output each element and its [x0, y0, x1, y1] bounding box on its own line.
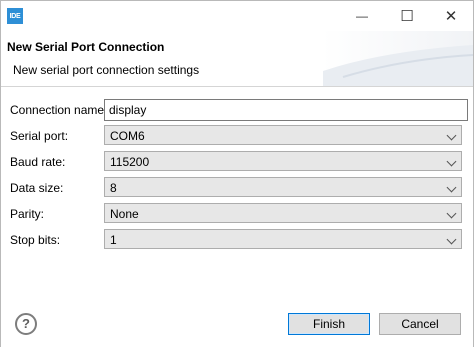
dialog-window: IDE — ☐ ✕ New Serial Port Connection New…: [0, 0, 474, 347]
wizard-header: New Serial Port Connection New serial po…: [1, 31, 473, 87]
chevron-down-icon: [446, 182, 457, 193]
header-banner-art: [323, 45, 473, 86]
data-size-value: 8: [110, 181, 117, 195]
cancel-button[interactable]: Cancel: [379, 313, 461, 335]
connection-name-input[interactable]: [104, 99, 468, 121]
parity-row: Parity: None: [1, 203, 473, 225]
help-icon[interactable]: ?: [15, 313, 37, 335]
baud-rate-value: 115200: [110, 155, 150, 169]
connection-name-label: Connection name:: [10, 103, 108, 117]
data-size-select[interactable]: 8: [104, 177, 462, 197]
baud-rate-row: Baud rate: 115200: [1, 151, 473, 173]
page-description: New serial port connection settings: [13, 63, 200, 77]
serial-port-select[interactable]: COM6: [104, 125, 462, 145]
parity-label: Parity:: [10, 207, 45, 221]
minimize-icon: —: [356, 9, 368, 23]
title-bar: IDE — ☐ ✕: [1, 1, 473, 31]
close-icon: ✕: [444, 8, 458, 25]
serial-port-row: Serial port: COM6: [1, 125, 473, 147]
stop-bits-select[interactable]: 1: [104, 229, 462, 249]
finish-button[interactable]: Finish: [288, 313, 370, 335]
stop-bits-value: 1: [110, 233, 117, 247]
chevron-down-icon: [446, 208, 457, 219]
close-button[interactable]: ✕: [429, 1, 473, 31]
stop-bits-label: Stop bits:: [10, 233, 61, 247]
data-size-row: Data size: 8: [1, 177, 473, 199]
baud-rate-label: Baud rate:: [10, 155, 66, 169]
maximize-button[interactable]: ☐: [385, 1, 429, 31]
serial-port-value: COM6: [110, 129, 145, 143]
connection-name-row: Connection name:: [1, 99, 473, 121]
maximize-icon: ☐: [400, 8, 414, 25]
stop-bits-row: Stop bits: 1: [1, 229, 473, 251]
chevron-down-icon: [446, 234, 457, 245]
chevron-down-icon: [446, 156, 457, 167]
dialog-footer: ? Finish Cancel: [1, 295, 473, 347]
chevron-down-icon: [446, 130, 457, 141]
parity-select[interactable]: None: [104, 203, 462, 223]
parity-value: None: [110, 207, 139, 221]
minimize-button[interactable]: —: [340, 1, 384, 31]
app-icon: IDE: [7, 8, 23, 24]
baud-rate-select[interactable]: 115200: [104, 151, 462, 171]
serial-port-label: Serial port:: [10, 129, 69, 143]
data-size-label: Data size:: [10, 181, 64, 195]
page-title: New Serial Port Connection: [7, 40, 165, 54]
